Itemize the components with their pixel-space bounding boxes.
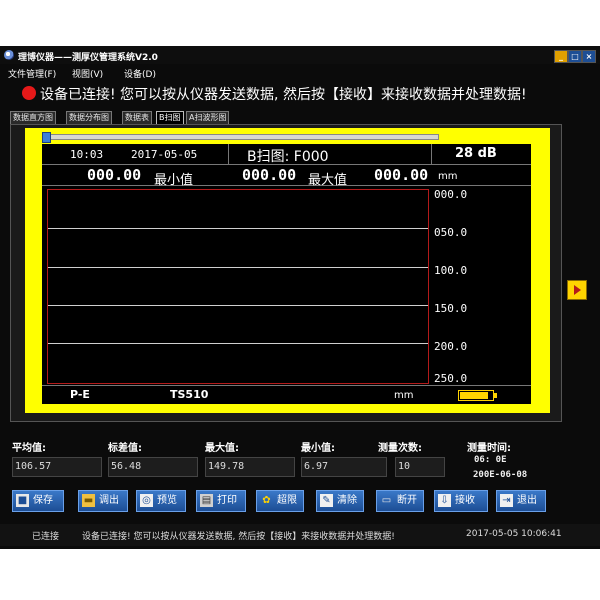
scan-slider-track[interactable]: [42, 134, 439, 140]
menu-view[interactable]: 视图(V): [72, 67, 103, 80]
scope-foot-unit: mm: [394, 390, 414, 401]
grid-line: [48, 267, 428, 268]
app-logo-icon: [4, 50, 14, 60]
y-tick-label: 150.0: [434, 302, 468, 315]
folder-icon: ▬: [82, 494, 95, 507]
std-value: 56.48: [108, 457, 198, 477]
save-button[interactable]: ■ 保存: [12, 490, 64, 512]
y-tick-label: 250.0: [434, 372, 468, 385]
clear-icon: ✎: [320, 494, 333, 507]
save-icon: ■: [16, 494, 29, 507]
max-value: 000.00: [242, 166, 297, 184]
window-title: 理博仪器——测厚仪管理系统V2.0: [18, 53, 158, 63]
max-label: 最大值:: [205, 443, 239, 454]
y-tick-label: 100.0: [434, 264, 468, 277]
max-value: 149.78: [205, 457, 295, 477]
scope-time: 10:03: [70, 148, 104, 161]
grid-line: [48, 305, 428, 306]
title-bar: 理博仪器——测厚仪管理系统V2.0 _ □ ×: [0, 46, 600, 64]
print-button[interactable]: ▤ 打印: [196, 490, 246, 512]
min-label: 最小值: [154, 173, 194, 188]
value-unit: mm: [438, 171, 458, 182]
b-scan-display: 10:03 2017-05-05 B扫图: F000 28 dB 000.00 …: [42, 144, 531, 404]
status-bar-datetime: 2017-05-05 10:06:41: [466, 529, 562, 539]
grid-line: [48, 343, 428, 344]
scope-gain: 28 dB: [455, 146, 497, 161]
maximize-button[interactable]: □: [568, 50, 582, 63]
status-bar-message: 设备已连接! 您可以按从仪器发送数据, 然后按【接收】来接收数据并处理数据!: [82, 532, 395, 542]
limit-button[interactable]: ✿ 超限: [256, 490, 304, 512]
tab-histogram[interactable]: 数据直方图: [10, 111, 56, 125]
play-button[interactable]: [567, 280, 587, 300]
min-label: 最小值:: [301, 443, 335, 454]
clear-button[interactable]: ✎ 清除: [316, 490, 364, 512]
std-label: 标差值:: [108, 443, 142, 454]
connection-status-text: 设备已连接! 您可以按从仪器发送数据, 然后按【接收】来接收数据并处理数据!: [40, 87, 527, 103]
avg-value: 106.57: [12, 457, 102, 477]
preview-button[interactable]: ◎ 预览: [136, 490, 186, 512]
receive-button[interactable]: ⇩ 接收: [434, 490, 488, 512]
scan-slider-thumb[interactable]: [42, 132, 51, 143]
exit-button[interactable]: ⇥ 退出: [496, 490, 546, 512]
b-scan-plot: [47, 189, 429, 384]
min-value: 6.97: [301, 457, 387, 477]
menu-bar: 文件管理(F) 视图(V) 设备(D): [0, 64, 600, 80]
tab-distribution[interactable]: 数据分布图: [66, 111, 112, 125]
play-icon: [574, 285, 581, 295]
avg-label: 平均值:: [12, 443, 46, 454]
header-divider: [431, 144, 432, 164]
load-button[interactable]: ▬ 调出: [78, 490, 128, 512]
tab-data-table[interactable]: 数据表: [122, 111, 152, 125]
scope-date: 2017-05-05: [131, 148, 198, 161]
current-value: 000.00: [374, 166, 429, 184]
menu-device[interactable]: 设备(D): [124, 67, 156, 80]
max-label: 最大值: [308, 173, 348, 188]
exit-icon: ⇥: [500, 494, 513, 507]
time-label: 测量时间:: [467, 443, 511, 454]
tab-a-scan[interactable]: A扫波形图: [186, 111, 230, 125]
y-tick-label: 050.0: [434, 226, 468, 239]
connected-indicator-icon: [22, 86, 36, 100]
minimize-button[interactable]: _: [554, 50, 568, 63]
count-label: 测量次数:: [378, 443, 422, 454]
y-tick-label: 200.0: [434, 340, 468, 353]
scope-values: 000.00 最小值 000.00 最大值 000.00 mm: [42, 165, 531, 188]
count-value: 10: [395, 457, 445, 477]
measure-date: 200E-06-08: [473, 470, 528, 480]
header-divider: [228, 144, 229, 164]
battery-icon: [458, 390, 497, 401]
tab-b-scan[interactable]: B扫图: [156, 111, 184, 125]
scope-title: B扫图: F000: [247, 149, 329, 165]
disconnect-button[interactable]: ▭ 断开: [376, 490, 424, 512]
scope-mode: P-E: [70, 388, 90, 401]
status-bar-state: 已连接: [32, 532, 60, 542]
measure-time: 06: 0E: [474, 455, 507, 465]
min-value: 000.00: [87, 166, 142, 184]
status-bar: 已连接 设备已连接! 您可以按从仪器发送数据, 然后按【接收】来接收数据并处理数…: [0, 524, 600, 546]
limit-icon: ✿: [262, 495, 271, 506]
y-tick-label: 000.0: [434, 188, 468, 201]
close-button[interactable]: ×: [582, 50, 596, 63]
disconnect-icon: ▭: [381, 495, 392, 506]
preview-icon: ◎: [140, 494, 153, 507]
scope-header: 10:03 2017-05-05 B扫图: F000 28 dB: [42, 144, 531, 165]
receive-icon: ⇩: [438, 494, 451, 507]
connection-status: 设备已连接! 您可以按从仪器发送数据, 然后按【接收】来接收数据并处理数据!: [0, 80, 600, 106]
footer-divider: [42, 385, 531, 386]
menu-file[interactable]: 文件管理(F): [8, 67, 56, 80]
printer-icon: ▤: [200, 494, 213, 507]
scope-probe: TS510: [170, 388, 209, 401]
grid-line: [48, 228, 428, 229]
